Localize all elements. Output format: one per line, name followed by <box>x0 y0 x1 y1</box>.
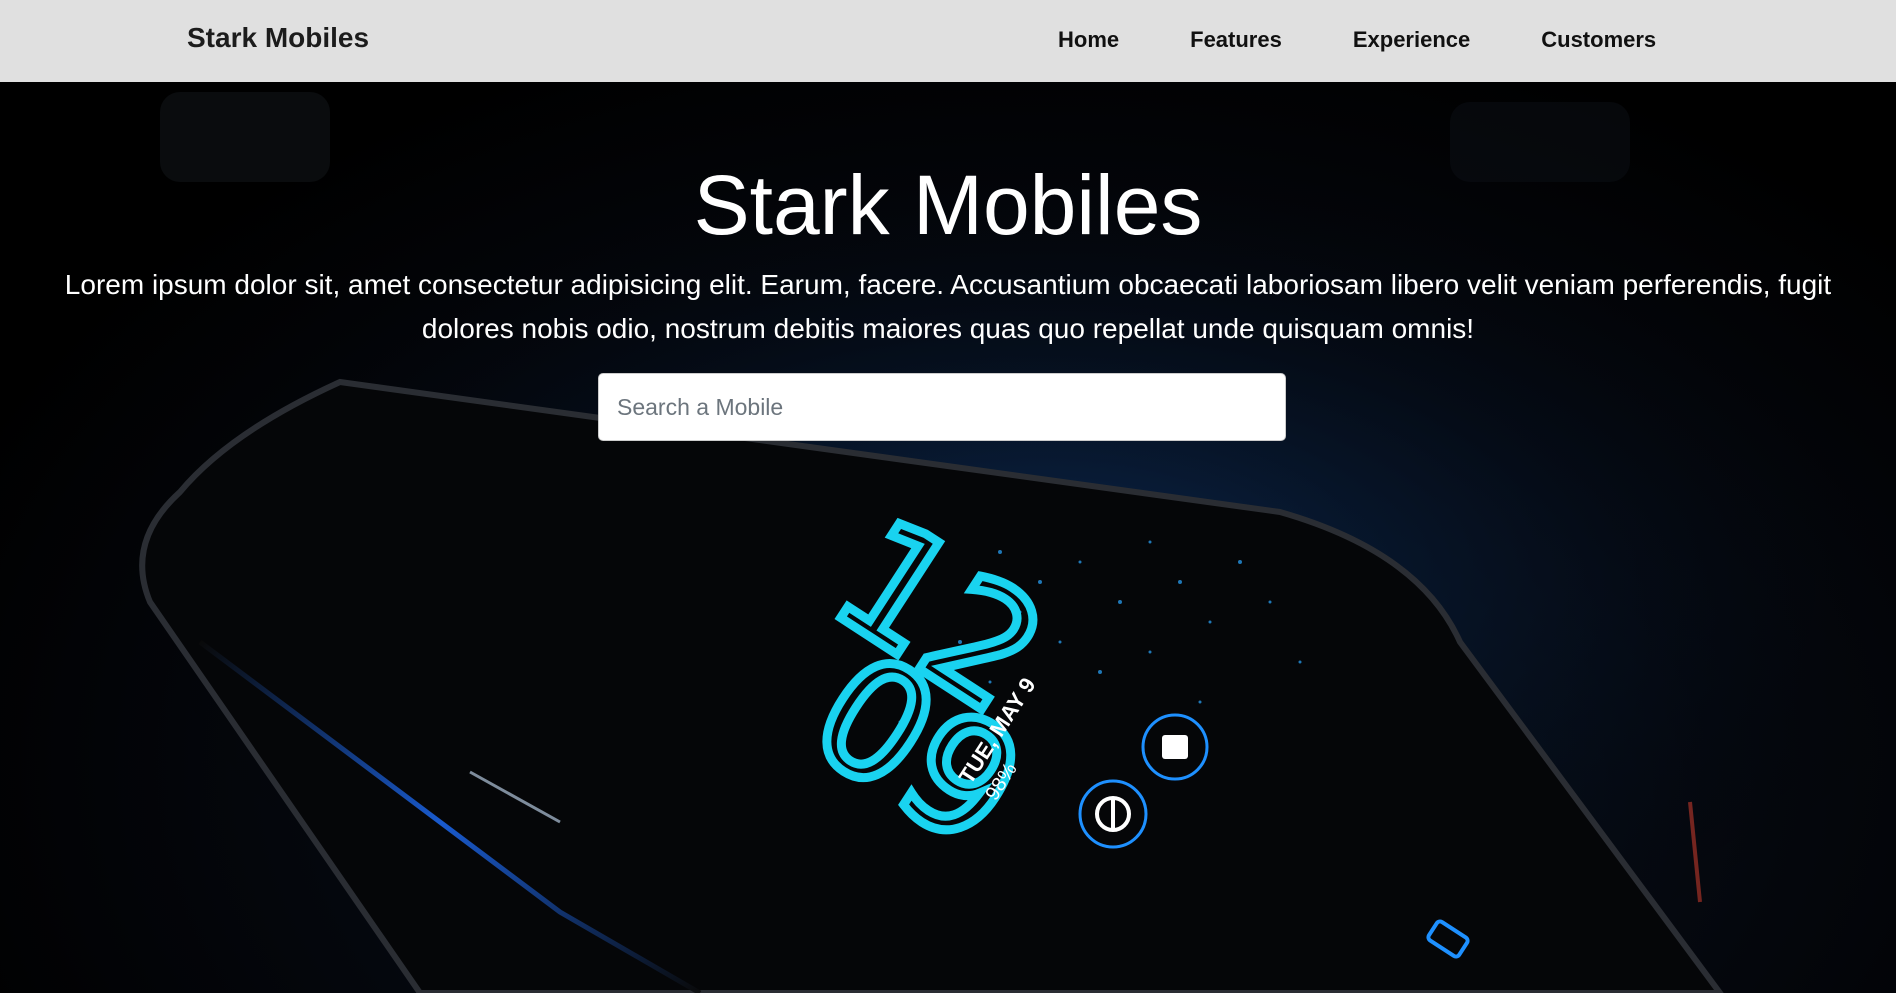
search-input[interactable] <box>598 373 1286 441</box>
nav-link-experience[interactable]: Experience <box>1353 27 1470 53</box>
navbar: Stark Mobiles Home Features Experience C… <box>0 0 1896 82</box>
hero-description: Lorem ipsum dolor sit, amet consectetur … <box>64 269 1832 344</box>
brand-logo[interactable]: Stark Mobiles <box>187 22 369 54</box>
nav-link-customers[interactable]: Customers <box>1541 27 1656 53</box>
nav-links: Home Features Experience Customers <box>1058 27 1656 53</box>
hero-title: Stark Mobiles <box>693 158 1203 252</box>
nav-link-features[interactable]: Features <box>1190 27 1282 53</box>
nav-link-home[interactable]: Home <box>1058 27 1119 53</box>
hero-section: 12 09 TUE, MAY 9 98% Stark Mobiles Lorem… <box>0 82 1896 993</box>
